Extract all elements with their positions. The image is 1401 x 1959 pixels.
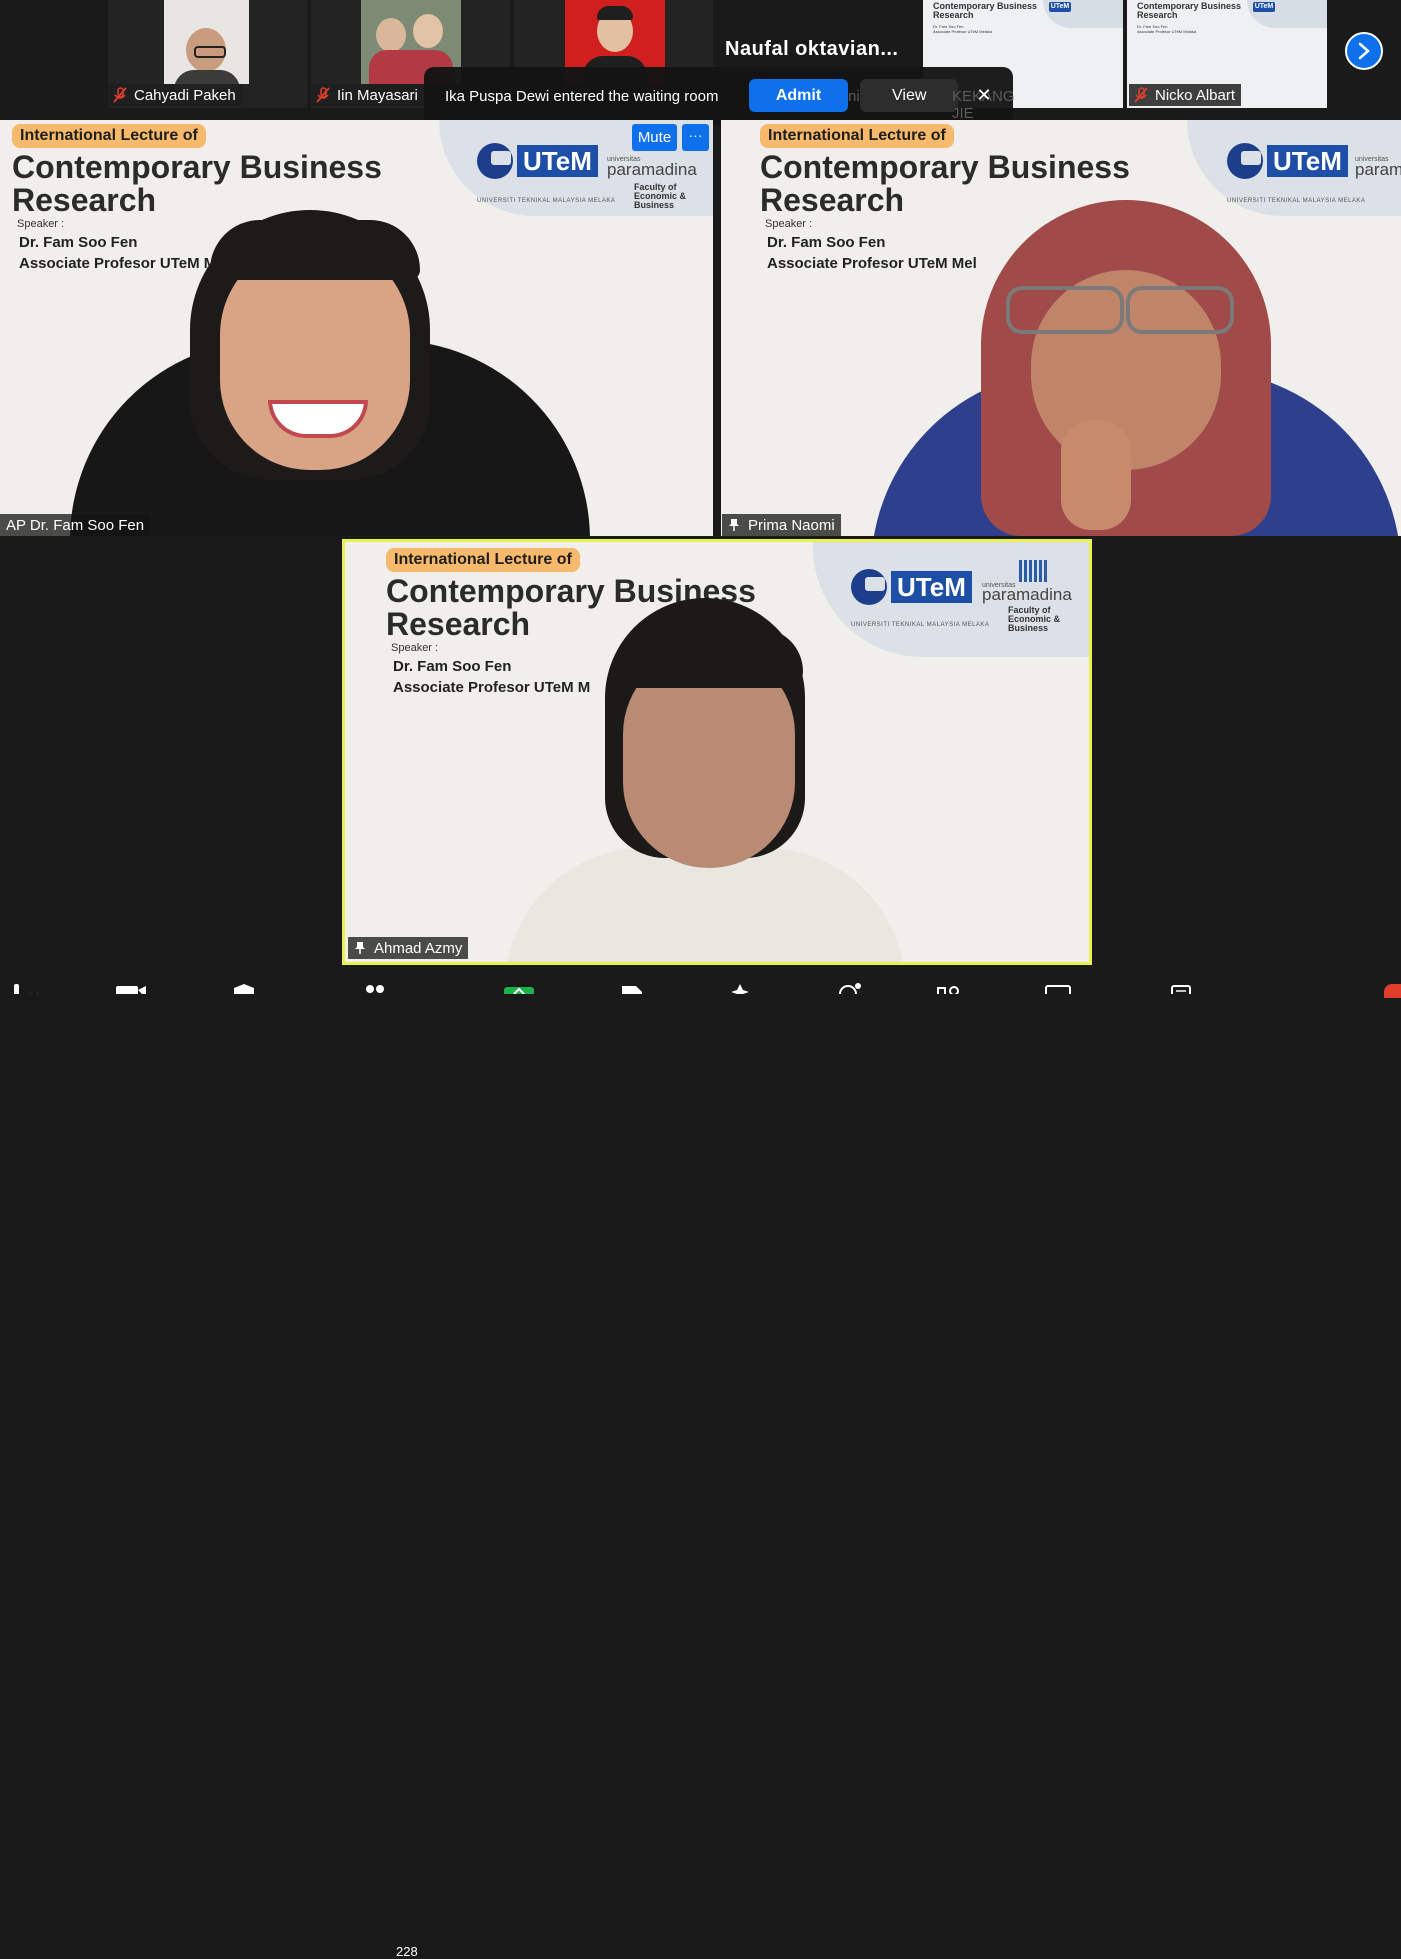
- slide-speaker: Dr. Fam Soo Fen Associate Profesor UTeM M…: [933, 24, 993, 34]
- ai-companion-icon[interactable]: [724, 974, 754, 994]
- participant-name-tag: Iin Mayasari: [311, 84, 424, 106]
- participant-name-tag: Nicko Albart: [1129, 84, 1242, 106]
- end-button[interactable]: [1384, 984, 1401, 998]
- paramadina-word: param: [1355, 160, 1401, 179]
- next-page-button[interactable]: [1345, 32, 1383, 70]
- reactions-icon[interactable]: [836, 974, 866, 994]
- mute-button[interactable]: Mute: [632, 124, 677, 151]
- notes-icon[interactable]: [1168, 974, 1198, 994]
- slide-title: Contemporary Business Research: [1137, 1, 1242, 20]
- apps-icon[interactable]: [934, 974, 964, 994]
- participant-name-tag: AP Dr. Fam Soo Fen: [0, 514, 151, 536]
- speaker-label: Speaker :: [765, 218, 813, 230]
- video-camera-icon[interactable]: [114, 974, 154, 994]
- participant-video: [871, 200, 1401, 536]
- participant-name: AP Dr. Fam Soo Fen: [6, 516, 145, 534]
- view-button[interactable]: View: [860, 79, 958, 112]
- utem-logo: UTeM: [477, 142, 598, 180]
- participant-video: [60, 210, 620, 536]
- admit-button[interactable]: Admit: [749, 79, 848, 112]
- active-speaker-border: [342, 539, 1092, 965]
- share-screen-icon[interactable]: [618, 974, 648, 994]
- participant-thumb[interactable]: Cahyadi Pakeh: [108, 0, 307, 108]
- security-shield-icon[interactable]: [230, 974, 260, 994]
- slide-pill: International Lecture of: [760, 124, 954, 148]
- slide-title: Contemporary Business Research: [12, 149, 382, 218]
- participant-name: Prima Naomi: [748, 516, 835, 534]
- participant-name: Naufal oktavian...: [725, 38, 899, 60]
- participant-name-tag: Cahyadi Pakeh: [108, 84, 242, 106]
- mic-muted-icon: [1134, 87, 1148, 103]
- meeting-toolbar: 228: [0, 966, 1401, 1959]
- utem-logo: UTeM: [1253, 2, 1275, 12]
- microphone-icon[interactable]: [8, 974, 38, 994]
- participant-thumb[interactable]: UTeM Contemporary Business Research Dr. …: [1127, 0, 1327, 108]
- speaker-name: Dr. Fam Soo Fen: [767, 234, 886, 251]
- participant-name-tag: Prima Naomi: [722, 514, 841, 536]
- waiting-room-message: Ika Puspa Dewi entered the waiting room: [445, 88, 719, 105]
- chevron-right-icon: [1358, 42, 1370, 60]
- faculty-label: Faculty of Economic & Business: [634, 182, 687, 210]
- participant-name: Nicko Albart: [1155, 86, 1236, 104]
- utem-logo: UTeM: [1227, 142, 1348, 180]
- more-options-button[interactable]: ···: [682, 124, 709, 151]
- participants-count: 228: [396, 1944, 418, 1959]
- speaker-label: Speaker :: [17, 218, 65, 230]
- utem-logo: UTeM: [1049, 2, 1071, 12]
- whiteboard-icon[interactable]: [1044, 974, 1074, 994]
- participant-video: [164, 0, 249, 90]
- close-icon[interactable]: ✕: [974, 83, 994, 107]
- chat-icon[interactable]: [502, 974, 536, 994]
- utem-subtitle: UNIVERSITI TEKNIKAL MALAYSIA MELAKA: [477, 198, 616, 204]
- participant-name: Cahyadi Pakeh: [134, 86, 236, 104]
- participant-name: Iin Mayasari: [337, 86, 418, 104]
- pin-icon: [729, 519, 739, 531]
- participants-icon[interactable]: [362, 974, 392, 994]
- paramadina-word: paramadina: [607, 160, 697, 179]
- slide-speaker: Dr. Fam Soo Fen Associate Profesor UTeM M…: [1137, 24, 1197, 34]
- slide-title: Contemporary Business Research: [933, 1, 1038, 20]
- slide-pill: International Lecture of: [12, 124, 206, 148]
- mic-muted-icon: [113, 87, 127, 103]
- video-tile[interactable]: UTeM UNIVERSITI TEKNIKAL MALAYSIA MELAKA…: [721, 120, 1401, 536]
- video-tile[interactable]: UTeM UNIVERSITI TEKNIKAL MALAYSIA MELAKA…: [0, 120, 713, 536]
- waiting-room-notification: Ika Puspa Dewi entered the waiting room …: [424, 67, 1015, 125]
- mic-muted-icon: [316, 87, 330, 103]
